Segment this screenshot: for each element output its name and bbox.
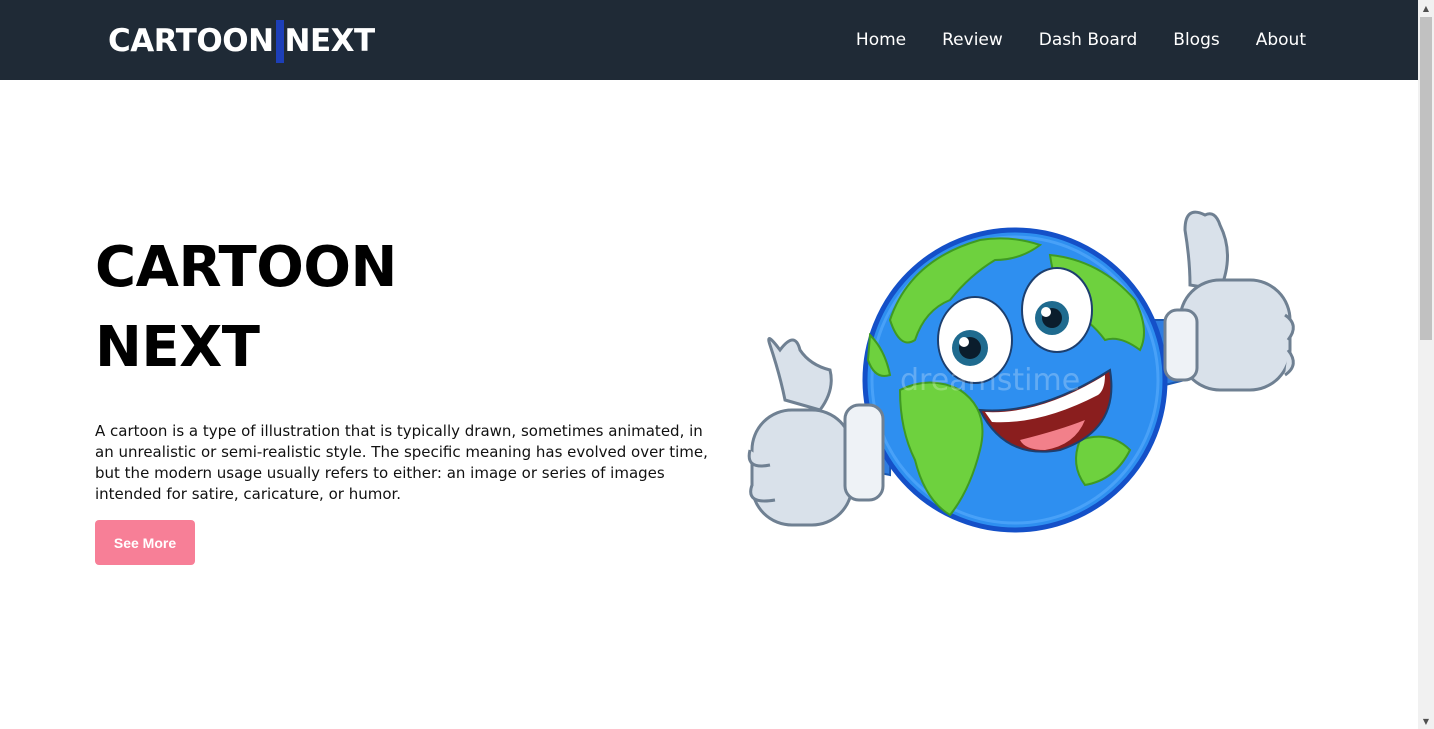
page: CARTOON NEXT Home Review Dash Board Blog… <box>0 0 1418 729</box>
svg-text:dreamstime: dreamstime <box>900 363 1080 398</box>
triangle-down-icon[interactable]: ▼ <box>1418 713 1434 729</box>
hero-title-line-1: CARTOON <box>95 235 397 300</box>
earth-mascot-image: dreamstime <box>740 200 1300 540</box>
hero-description: A cartoon is a type of illustration that… <box>95 422 708 503</box>
vertical-scrollbar[interactable]: ▲ ▼ <box>1418 0 1434 729</box>
brand-divider <box>275 19 284 63</box>
hero-title-line-2: NEXT <box>95 315 260 380</box>
nav-menu: Home Review Dash Board Blogs About <box>856 0 1306 80</box>
navbar: CARTOON NEXT Home Review Dash Board Blog… <box>0 0 1418 80</box>
triangle-up-icon[interactable]: ▲ <box>1418 0 1434 16</box>
brand-logo[interactable]: CARTOON NEXT <box>108 19 376 63</box>
nav-link-about[interactable]: About <box>1256 30 1306 50</box>
nav-link-dashboard[interactable]: Dash Board <box>1039 30 1138 50</box>
earth-thumbs-up-icon: dreamstime <box>747 210 1295 533</box>
nav-link-review[interactable]: Review <box>942 30 1003 50</box>
brand-text-left: CARTOON <box>108 23 274 59</box>
see-more-button[interactable]: See More <box>95 520 195 565</box>
scrollbar-thumb[interactable] <box>1420 17 1432 340</box>
hero-title: CARTOON NEXT <box>95 228 397 388</box>
nav-link-blogs[interactable]: Blogs <box>1173 30 1219 50</box>
nav-link-home[interactable]: Home <box>856 30 906 50</box>
brand-text-right: NEXT <box>284 23 376 59</box>
